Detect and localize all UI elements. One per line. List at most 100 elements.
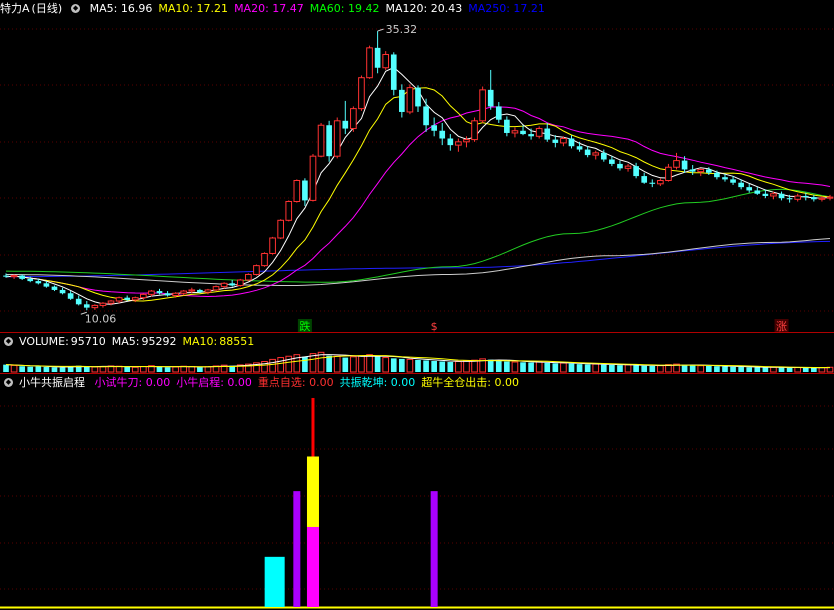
volume-bar-up [535, 361, 543, 373]
volume-bar-down [568, 363, 575, 372]
candle-body-up [309, 155, 317, 201]
candle-body-up [180, 290, 188, 294]
settings-circle-icon[interactable]: ◆ [71, 3, 81, 13]
candle-body-down [75, 298, 82, 305]
volume-bar-down [705, 365, 712, 372]
volume-bar-up [560, 362, 567, 373]
volume-bar-up [770, 366, 777, 373]
candle-body-up [91, 304, 99, 309]
volume-bar-down [528, 362, 534, 372]
candle-body-up [560, 137, 567, 144]
candle-body-up [697, 168, 705, 173]
candle-body-down [722, 177, 728, 180]
candle-body-down [43, 283, 50, 287]
candle-body-up [455, 141, 462, 146]
volume-bar-up [204, 366, 212, 373]
candle-body-down [778, 193, 785, 199]
volume-bar-down [786, 367, 793, 372]
candle-body-up [204, 289, 212, 293]
volume-bar-up [350, 356, 357, 373]
indicator-legend-item: 重点自选: 0.00 [257, 376, 334, 389]
candle-body-up [826, 196, 834, 199]
volume-bar-down [124, 367, 131, 372]
volume-bar-up [592, 363, 600, 373]
low-price-label: 10.06 [85, 312, 117, 325]
volume-bar-up [140, 365, 147, 373]
candle-body-up [99, 302, 107, 306]
candle-body-down [27, 278, 34, 282]
volume-value: 95710 [70, 335, 106, 348]
volume-bar-up [455, 361, 462, 373]
volume-bar-down [689, 365, 696, 372]
volume-bar-down [415, 359, 421, 372]
candle-body-down [528, 134, 534, 137]
stock-chart[interactable]: 35.32 10.06 跌 $ 涨 [0, 0, 834, 610]
candle-body-up [245, 273, 252, 281]
indicator-settings-circle-icon[interactable]: ◆ [4, 377, 13, 387]
candle-body-down [83, 304, 90, 308]
volume-bar-down [544, 362, 551, 372]
candle-body-down [641, 176, 648, 183]
indicator-bar [293, 491, 301, 607]
candle-body-up [657, 180, 664, 185]
candle-body-up [673, 160, 680, 168]
candle-body-down [730, 179, 736, 183]
volume-bar-down [164, 367, 171, 372]
candle-body-down [51, 286, 58, 290]
candle-body-up [350, 108, 357, 130]
volume-bar-up [471, 359, 478, 373]
volume-bar-down [714, 366, 720, 372]
volume-bar-down [51, 367, 58, 372]
candle-body-up [172, 292, 179, 296]
volume-bar-up [624, 364, 632, 373]
stock-name[interactable]: 特力A [0, 2, 30, 15]
candle-body-down [609, 159, 615, 164]
candle-body-up [358, 77, 365, 110]
high-price-label: 35.32 [386, 23, 418, 36]
candle-body-down [802, 195, 809, 198]
volume-bar-down [423, 360, 429, 372]
volume-bar-down [730, 366, 736, 372]
volume-settings-circle-icon[interactable]: ◆ [4, 336, 13, 346]
candle-body-up [269, 237, 276, 254]
candle-body-down [504, 119, 510, 133]
candle-body-up [115, 297, 123, 302]
indicator-name[interactable]: 小牛共振启程 [19, 376, 85, 389]
candle-body-up [794, 195, 802, 200]
candle-body-down [197, 289, 203, 293]
candle-body-down [600, 152, 607, 160]
candle-body-down [487, 89, 494, 107]
candle-body-down [811, 197, 817, 200]
candle-body-down [35, 281, 42, 284]
candle-body-down [374, 47, 381, 68]
candle-body-down [714, 172, 720, 178]
candle-body-up [220, 282, 228, 288]
volume-bar-down [504, 361, 510, 372]
candle-body-up [471, 120, 478, 141]
candle-body-down [3, 275, 9, 277]
candle-body-up [406, 87, 414, 113]
volume-bar-up [794, 367, 802, 373]
volume-bar-down [738, 367, 744, 372]
candle-body-down [520, 130, 526, 135]
candle-body-down [415, 87, 421, 107]
volume-bar-down [27, 366, 34, 372]
volume-bar-down [762, 367, 769, 372]
candle-body-down [689, 169, 696, 172]
candle-body-down [746, 187, 753, 191]
volume-bar-up [99, 366, 107, 373]
candle-body-up [277, 219, 284, 239]
volume-bar-down [811, 367, 817, 372]
volume-bar-down [552, 363, 559, 372]
candle-body-down [67, 293, 74, 299]
indicator-bar [430, 491, 438, 607]
candle-body-up [770, 193, 777, 197]
signal-mark: $ [431, 320, 438, 333]
candle-body-down [786, 198, 793, 200]
candle-body-down [633, 166, 639, 177]
volume-bar-up [382, 357, 390, 373]
candle-body-down [681, 160, 688, 170]
candle-body-up [665, 166, 672, 182]
candle-body-up [10, 275, 18, 278]
ma250-line [6, 240, 831, 278]
